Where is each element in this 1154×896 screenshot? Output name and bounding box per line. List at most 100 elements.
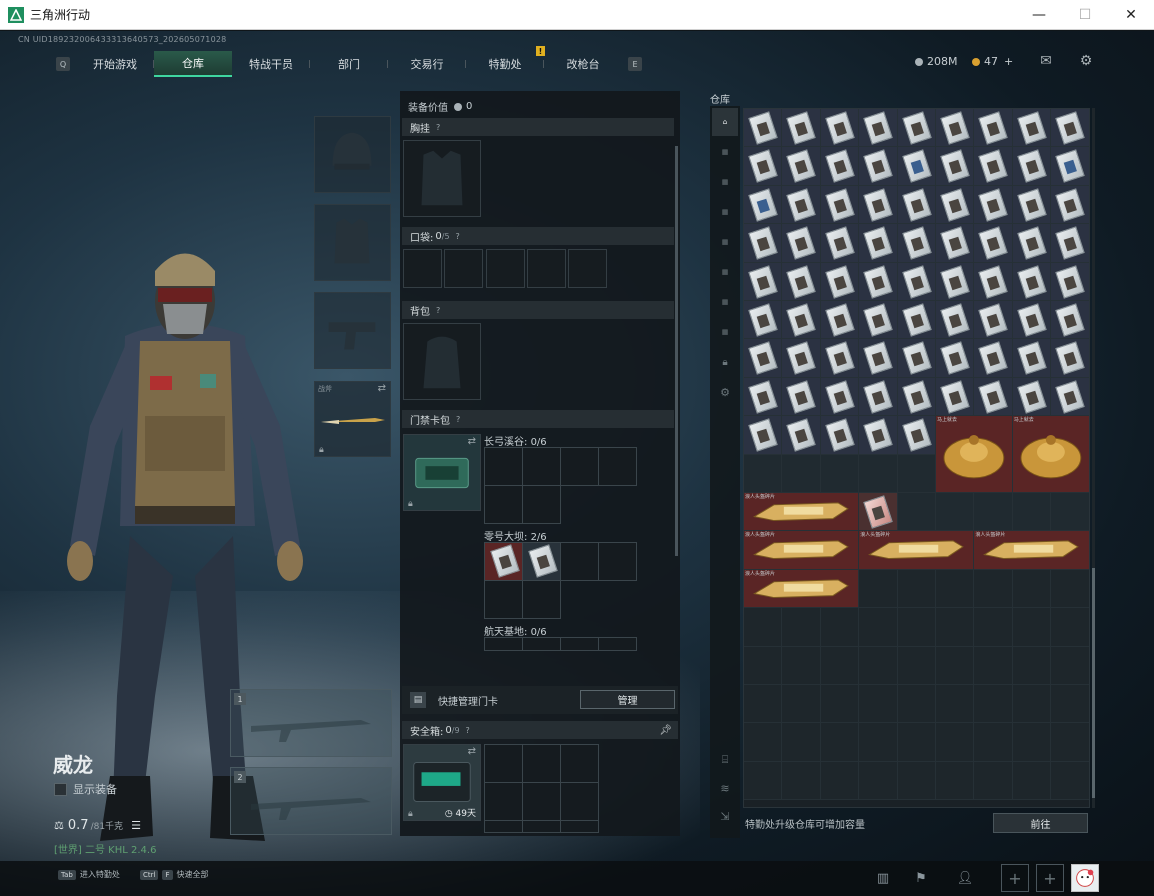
keycard-item[interactable] [897,147,936,186]
empty-cell[interactable] [936,646,975,685]
empty-cell[interactable] [936,608,975,647]
empty-cell[interactable] [859,608,898,647]
keycard-item[interactable] [974,262,1013,301]
show-equipment-toggle[interactable]: 显示装备 [54,781,117,797]
safebox-cell[interactable] [560,744,599,783]
keycard-item[interactable] [859,493,898,532]
warehouse-category-tab[interactable]: ▦ [712,288,738,316]
keycard-item[interactable] [936,301,975,340]
keycard-item[interactable] [1012,262,1052,301]
empty-cell[interactable] [936,685,975,724]
pocket-slot[interactable] [444,249,483,288]
safebox-cell[interactable] [522,744,561,783]
keycard-item[interactable] [1051,377,1089,417]
tab-warehouse[interactable]: 仓库 [154,51,232,77]
keycard-item[interactable] [782,262,821,301]
keycard-item[interactable] [897,416,936,455]
empty-cell[interactable] [897,569,936,609]
key-slot[interactable] [522,485,561,524]
stats-icon[interactable]: ▥ [870,865,896,891]
pocket-slot[interactable] [527,249,566,288]
key-slot[interactable] [484,637,523,651]
keycard-item[interactable] [744,109,783,148]
close-button[interactable]: ✕ [1108,0,1154,30]
keycard-item[interactable] [936,377,975,417]
tab-department[interactable]: 部门 [310,51,388,77]
gear-icon[interactable]: ⚙ [1077,53,1095,69]
empty-cell[interactable] [1051,761,1089,801]
lock-icon[interactable]: 🔒︎ [712,348,738,376]
empty-cell[interactable] [820,723,860,762]
empty-cell[interactable] [782,761,821,801]
key-slot-filled[interactable] [522,542,561,581]
key-slot[interactable] [560,637,599,651]
melee-slot[interactable]: 战斧 ⇄ 🔒︎ [314,381,391,457]
keycard-item[interactable] [936,147,975,186]
empty-cell[interactable] [744,454,783,493]
safebox-slot[interactable]: ⇄ 🔒︎ ◷ 49天 [403,744,481,821]
keycard-item[interactable] [859,377,898,417]
warehouse-category-tab[interactable]: ▦ [712,198,738,226]
empty-cell[interactable] [859,569,898,609]
keycard-item[interactable] [974,147,1013,186]
key-slot[interactable] [484,485,523,524]
vest-slot[interactable] [403,140,481,217]
keycard-item[interactable] [897,262,936,301]
empty-cell[interactable] [744,723,783,762]
keycard-item[interactable] [1012,301,1052,340]
warehouse-category-tab[interactable]: ▦ [712,228,738,256]
keycard-item[interactable] [897,185,936,225]
keycard-item[interactable] [782,301,821,340]
pistol-slot[interactable] [314,292,391,369]
empty-cell[interactable] [820,646,860,685]
key-slot[interactable] [560,447,599,486]
empty-cell[interactable] [936,723,975,762]
keycard-item[interactable] [820,185,860,225]
empty-cell[interactable] [820,454,860,493]
warehouse-scrollbar[interactable] [1092,108,1095,808]
empty-cell[interactable] [897,761,936,801]
empty-cell[interactable] [1012,608,1052,647]
keycard-item[interactable] [859,109,898,148]
tab-special-ops[interactable]: 特勤处 [466,51,544,77]
keycard-item[interactable] [820,262,860,301]
empty-cell[interactable] [974,685,1013,724]
keycard-item[interactable] [974,339,1013,378]
sort-icon[interactable]: ⌸ [712,746,738,774]
safebox-cell[interactable] [522,782,561,821]
keycard-item[interactable] [974,377,1013,417]
mail-icon[interactable]: ✉ [1037,53,1055,69]
empty-cell[interactable] [859,685,898,724]
keycard-item[interactable] [859,262,898,301]
keycard-item[interactable] [744,301,783,340]
keycard-item[interactable] [1051,147,1089,186]
show-equipment-checkbox[interactable] [54,782,67,796]
gold-scroll-item[interactable]: 浪人头盔碎片 [974,531,1089,570]
warehouse-category-tab[interactable]: ▦ [712,168,738,196]
minimize-button[interactable]: — [1016,0,1062,30]
keycard-item[interactable] [974,185,1013,225]
keycard-item[interactable] [1051,339,1089,378]
keycard-item[interactable] [897,377,936,417]
goto-button[interactable]: 前往 [993,813,1088,833]
keycard-item[interactable] [1012,339,1052,378]
empty-cell[interactable] [897,454,936,493]
empty-cell[interactable] [859,646,898,685]
gold-relic-item[interactable]: 马上就去 [1012,416,1089,493]
empty-cell[interactable] [782,685,821,724]
party-slot[interactable]: + [1001,864,1029,892]
key-slot[interactable] [598,542,637,581]
empty-cell[interactable] [820,608,860,647]
empty-cell[interactable] [1012,685,1052,724]
keycard-item[interactable] [1051,262,1089,301]
backpack-slot[interactable] [403,323,481,400]
keycard-item[interactable] [1012,224,1052,263]
hint-tab[interactable]: Tab 进入特勤处 [58,869,120,880]
safebox-cell[interactable] [522,820,561,833]
keycard-item[interactable] [859,224,898,263]
keycard-item[interactable] [782,339,821,378]
keycard-item[interactable] [974,224,1013,263]
empty-cell[interactable] [974,493,1013,532]
party-slot[interactable]: + [1036,864,1064,892]
maximize-button[interactable]: ☐ [1062,0,1108,30]
